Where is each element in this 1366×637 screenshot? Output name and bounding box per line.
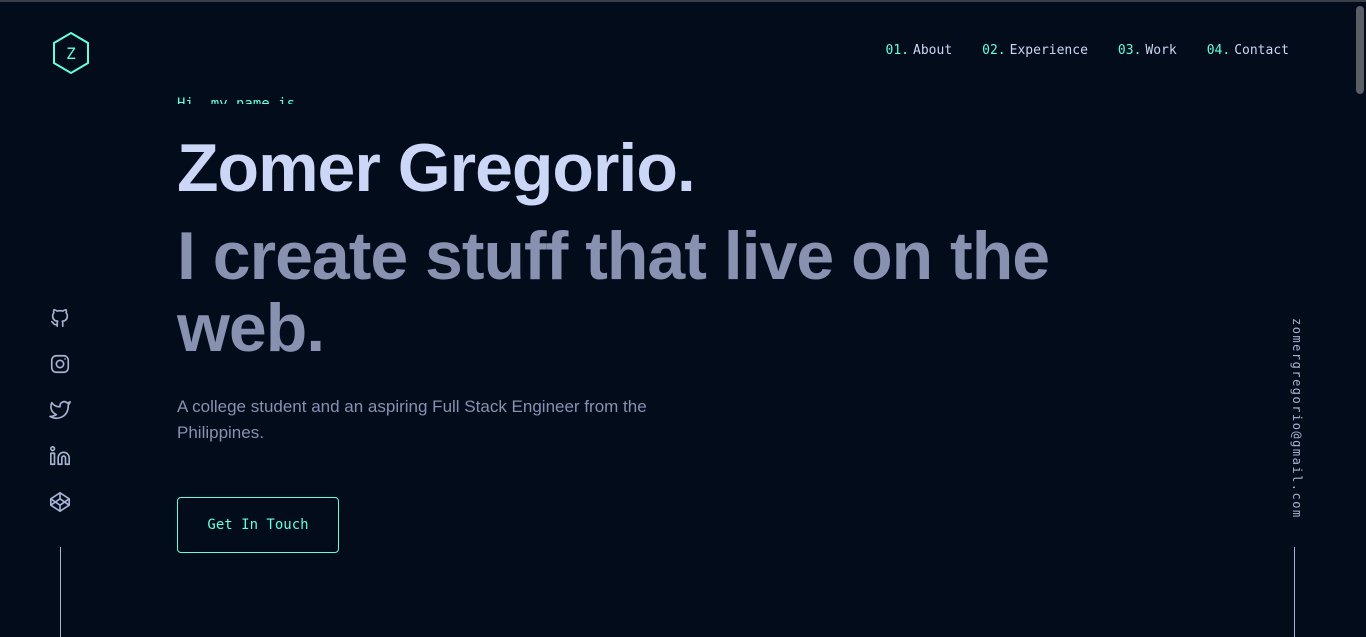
window-top-border — [0, 0, 1366, 2]
email-link[interactable]: zomergregorio@gmail.com — [1284, 318, 1304, 519]
codepen-icon[interactable] — [48, 490, 72, 514]
social-links — [48, 306, 72, 514]
github-icon[interactable] — [48, 306, 72, 330]
nav-label: Experience — [1009, 43, 1088, 58]
logo[interactable]: Z — [51, 31, 91, 75]
right-vertical-line — [1294, 547, 1295, 637]
nav-label: About — [913, 43, 953, 58]
hero-description: A college student and an aspiring Full S… — [177, 397, 647, 442]
instagram-icon[interactable] — [48, 352, 72, 376]
nav-number: 04. — [1206, 43, 1231, 58]
scrollbar-track[interactable] — [1354, 2, 1366, 637]
left-vertical-line — [60, 547, 61, 637]
hero-name: Zomer Gregorio. — [177, 130, 696, 206]
linkedin-icon[interactable] — [48, 444, 72, 468]
get-in-touch-button[interactable]: Get In Touch — [177, 497, 339, 553]
scrollbar-thumb[interactable] — [1356, 6, 1364, 94]
nav-item-about[interactable]: 01. About — [886, 43, 953, 58]
nav-label: Contact — [1234, 43, 1289, 58]
hero-section: Hi, my name is Zomer Gregorio. I create … — [177, 90, 1137, 553]
nav-item-experience[interactable]: 02. Experience — [982, 43, 1088, 58]
logo-letter: Z — [66, 43, 76, 63]
nav-label: Work — [1145, 43, 1177, 58]
hero-greeting: Hi, my name is — [177, 96, 296, 104]
twitter-icon[interactable] — [48, 398, 72, 422]
hero-tagline: I create stuff that live on the web. — [177, 218, 1050, 366]
nav-number: 02. — [982, 43, 1006, 58]
nav-number: 03. — [1117, 43, 1142, 58]
nav-item-work[interactable]: 03. Work — [1118, 43, 1177, 58]
main-nav: 01. About 02. Experience 03. Work 04. Co… — [886, 43, 1289, 58]
nav-number: 01. — [885, 43, 910, 58]
nav-item-contact[interactable]: 04. Contact — [1207, 43, 1289, 58]
